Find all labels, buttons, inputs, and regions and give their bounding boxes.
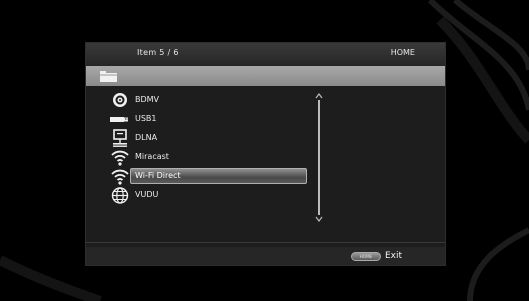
- panel-header: Item 5 / 6 HOME: [86, 43, 445, 66]
- path-bar: [86, 66, 445, 86]
- scroll-track[interactable]: [318, 100, 320, 215]
- usb-icon: [110, 117, 128, 122]
- globe-icon: [111, 187, 129, 204]
- panel-footer: HOME Exit: [86, 247, 445, 265]
- dlna-server-icon: [113, 129, 127, 147]
- list-scrollbar[interactable]: [314, 93, 324, 223]
- list-item-dlna[interactable]: DLNA: [105, 129, 305, 148]
- disc-icon: [113, 93, 127, 107]
- wireless-icon: [111, 150, 129, 166]
- item-counter: Item 5 / 6: [137, 48, 179, 57]
- list-item-label: DLNA: [135, 133, 158, 142]
- list-item-label: BDMV: [135, 95, 160, 104]
- list-item-label: Miracast: [135, 152, 169, 161]
- list-item-label: USB1: [135, 114, 157, 123]
- scroll-up-arrow-icon[interactable]: [315, 93, 323, 99]
- media-source-panel: Item 5 / 6 HOME BDMV USB1 DLNA Miracast …: [85, 42, 446, 266]
- list-item-usb1[interactable]: USB1: [105, 110, 305, 129]
- home-key-button[interactable]: HOME: [351, 252, 381, 261]
- list-item-bdmv[interactable]: BDMV: [105, 91, 305, 110]
- folder-icon: [100, 71, 117, 82]
- list-item-label: VUDU: [135, 190, 159, 199]
- list-item-vudu[interactable]: VUDU: [105, 186, 305, 205]
- exit-label: Exit: [385, 251, 403, 261]
- wireless-icon: [111, 169, 129, 185]
- list-item-label: Wi-Fi Direct: [135, 171, 181, 180]
- list-item-miracast[interactable]: Miracast: [105, 148, 305, 167]
- scroll-down-arrow-icon[interactable]: [315, 216, 323, 222]
- list-item-wifi-direct[interactable]: Wi-Fi Direct: [105, 167, 307, 186]
- home-title: HOME: [390, 48, 415, 57]
- footer-divider: [86, 242, 445, 243]
